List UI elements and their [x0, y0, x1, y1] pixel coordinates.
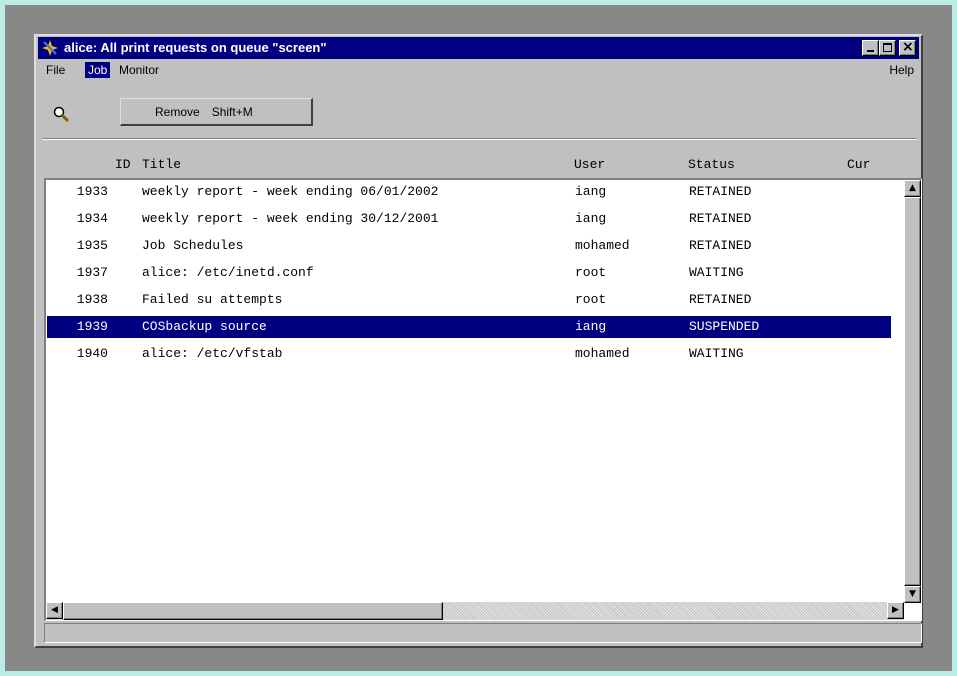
table-row[interactable]: 1938 Failed su attempts root RETAINED	[47, 289, 891, 311]
arrow-right-icon: ▶	[892, 605, 899, 615]
column-header-title[interactable]: Title	[142, 157, 181, 175]
menu-item-remove[interactable]: Remove Shift+M	[155, 105, 253, 119]
minimize-button[interactable]	[862, 40, 879, 56]
job-user: iang	[575, 319, 607, 334]
toolbar-separator	[42, 138, 917, 140]
minimize-icon	[867, 50, 874, 52]
print-queue-window: alice: All print requests on queue "scre…	[34, 34, 923, 648]
magnifier-icon[interactable]	[52, 105, 70, 123]
job-status: WAITING	[689, 265, 744, 280]
printer-sparkle-icon[interactable]	[41, 39, 59, 57]
window-title: alice: All print requests on queue "scre…	[64, 40, 327, 55]
horizontal-scrollbar[interactable]: ◀ ▶	[46, 602, 904, 620]
maximize-button[interactable]	[879, 40, 896, 56]
job-title: COSbackup source	[142, 319, 267, 334]
job-id: 1935	[76, 238, 108, 253]
job-status: RETAINED	[689, 238, 752, 253]
scroll-left-button[interactable]: ◀	[46, 602, 63, 619]
arrow-left-icon: ◀	[51, 605, 58, 615]
table-row[interactable]: 1934 weekly report - week ending 30/12/2…	[47, 208, 891, 230]
table-row[interactable]: 1933 weekly report - week ending 06/01/2…	[47, 181, 891, 203]
scroll-right-button[interactable]: ▶	[887, 602, 904, 619]
menu-help[interactable]: Help	[886, 62, 917, 78]
column-header-current[interactable]: Cur	[847, 157, 870, 175]
job-user: iang	[575, 211, 607, 226]
job-title: alice: /etc/inetd.conf	[142, 265, 314, 280]
job-id: 1939	[76, 319, 108, 334]
vertical-scroll-thumb[interactable]	[904, 197, 921, 586]
job-user: mohamed	[575, 346, 630, 361]
job-status: RETAINED	[689, 292, 752, 307]
table-row[interactable]: 1937 alice: /etc/inetd.conf root WAITING	[47, 262, 891, 284]
job-status: RETAINED	[689, 184, 752, 199]
job-id: 1940	[76, 346, 108, 361]
arrow-up-icon: ▲	[909, 183, 916, 193]
job-status: SUSPENDED	[689, 319, 760, 334]
column-header-user[interactable]: User	[574, 157, 605, 175]
maximize-icon	[883, 43, 892, 52]
column-header-status[interactable]: Status	[688, 157, 735, 175]
menu-file[interactable]: File	[43, 62, 68, 78]
job-title: weekly report - week ending 30/12/2001	[142, 211, 439, 226]
vertical-scrollbar[interactable]: ▲ ▼	[904, 180, 921, 603]
menu-monitor[interactable]: Monitor	[116, 62, 162, 78]
menu-job[interactable]: Job	[85, 62, 111, 78]
job-title: alice: /etc/vfstab	[142, 346, 283, 361]
scroll-down-button[interactable]: ▼	[904, 586, 921, 603]
column-header-id[interactable]: ID	[115, 157, 131, 175]
job-user: mohamed	[575, 238, 630, 253]
scroll-up-button[interactable]: ▲	[904, 180, 921, 197]
job-user: root	[575, 265, 607, 280]
job-title: Job Schedules	[142, 238, 244, 253]
job-id: 1938	[76, 292, 108, 307]
table-row[interactable]: 1935 Job Schedules mohamed RETAINED	[47, 235, 891, 257]
status-bar	[44, 623, 922, 643]
job-id: 1934	[76, 211, 108, 226]
arrow-down-icon: ▼	[909, 589, 916, 599]
job-title: Failed su attempts	[142, 292, 283, 307]
horizontal-scroll-thumb[interactable]	[63, 602, 443, 620]
remove-label: Remove	[155, 105, 200, 119]
table-row[interactable]: 1940 alice: /etc/vfstab mohamed WAITING	[47, 343, 891, 365]
job-id: 1933	[76, 184, 108, 199]
close-icon: ×	[902, 39, 914, 55]
close-button[interactable]: ×	[899, 39, 916, 56]
job-user: root	[575, 292, 607, 307]
table-row-selected[interactable]: 1939 COSbackup source iang SUSPENDED	[47, 316, 891, 338]
job-title: weekly report - week ending 06/01/2002	[142, 184, 439, 199]
job-list[interactable]: 1933 weekly report - week ending 06/01/2…	[44, 178, 922, 621]
title-bar[interactable]: alice: All print requests on queue "scre…	[38, 37, 919, 59]
job-status: WAITING	[689, 346, 744, 361]
menu-bar: File Job Monitor Help	[38, 61, 919, 81]
job-id: 1937	[76, 265, 108, 280]
job-menu-dropdown: Remove Shift+M	[120, 98, 313, 126]
job-user: iang	[575, 184, 607, 199]
remove-shortcut: Shift+M	[211, 105, 253, 119]
job-status: RETAINED	[689, 211, 752, 226]
